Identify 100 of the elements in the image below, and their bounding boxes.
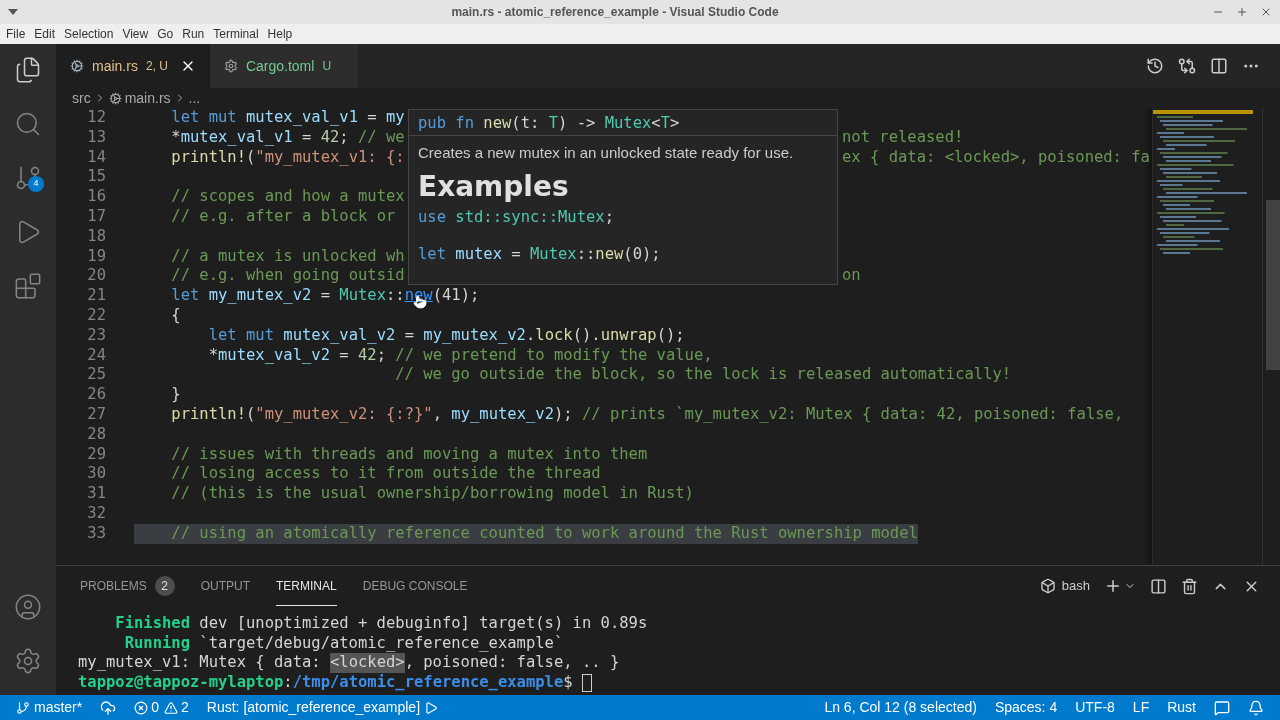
tab-label: PROBLEMS [80, 577, 147, 595]
account-icon[interactable] [14, 593, 42, 621]
line-number: 33 [86, 523, 107, 544]
line-number: 17 [86, 207, 107, 227]
status-item[interactable]: LF [1132, 697, 1150, 718]
menu-item[interactable]: Selection [64, 25, 114, 43]
editor-tab[interactable]: Cargo.toml U [209, 44, 358, 88]
breadcrumb-item[interactable]: src [72, 87, 91, 109]
menu-item[interactable]: Terminal [213, 25, 259, 43]
menu-item[interactable]: Run [182, 25, 205, 43]
code-token: // issues with threads and moving a mutex into them [170, 444, 648, 465]
terminal-text: Finished [114, 614, 190, 634]
menu-item[interactable]: Go [157, 25, 174, 43]
extensions-icon[interactable] [14, 272, 42, 300]
code-token: let mut [170, 108, 238, 128]
compare-changes-icon[interactable] [1178, 57, 1196, 75]
menu-item[interactable]: View [122, 25, 149, 43]
play-icon [424, 700, 439, 715]
code-token: // scopes and how a mutex [170, 187, 405, 207]
line-number: 14 [86, 147, 107, 168]
status-item[interactable]: Ln 6, Col 12 (8 selected) [824, 697, 977, 718]
code-token: ( [246, 147, 256, 166]
signature-token: pub fn [418, 114, 475, 132]
problems-status[interactable]: 0 2 [134, 697, 189, 718]
code-token: * [207, 345, 218, 366]
files-icon[interactable] [14, 56, 42, 84]
code-token: ; [604, 207, 614, 226]
code-token: println! [170, 147, 246, 166]
line-number: 13 [86, 127, 107, 148]
panel-tab[interactable]: OUTPUT [200, 566, 251, 606]
split-terminal-icon[interactable] [1150, 577, 1167, 595]
line-number: 28 [86, 424, 107, 445]
code-token: lock [535, 325, 573, 346]
split-editor-icon[interactable] [1210, 57, 1228, 75]
new-terminal-icon[interactable] [1104, 577, 1122, 595]
branch-status[interactable]: master* [16, 697, 83, 718]
signature-token: T [660, 114, 671, 132]
status-item[interactable]: UTF-8 [1075, 697, 1115, 718]
code-token: Mutex [530, 244, 577, 263]
window-menu-icon[interactable] [8, 9, 18, 15]
terminal-text: my_mutex_v1: Mutex { data: [78, 653, 322, 674]
status-item[interactable]: Spaces: 4 [994, 697, 1058, 718]
line-number: 24 [86, 345, 107, 366]
code-token: // using an atomically reference counted to work around the Rust ownership model [170, 523, 918, 544]
run-target-status[interactable]: Rust: [atomic_reference_example] [206, 697, 439, 718]
code-token: "my_mutex_v1: {: [255, 147, 405, 166]
panel-tab[interactable]: PROBLEMS 2 [80, 566, 175, 606]
sync-icon[interactable] [100, 699, 117, 716]
signature-token: (t: [511, 114, 541, 132]
line-number: 30 [86, 464, 107, 485]
code-token: (41); [432, 286, 480, 306]
code-token: on [842, 266, 861, 285]
menu-item[interactable]: Help [267, 25, 293, 43]
bell-icon[interactable] [1248, 699, 1264, 716]
code-token: let [418, 244, 447, 263]
code-token: :: [386, 286, 405, 306]
signature-token: new [483, 114, 512, 132]
code-token: "my_mutex_v2: {:?}" [255, 404, 433, 425]
history-icon[interactable] [1146, 57, 1164, 75]
code-token: unwrap [600, 325, 657, 346]
status-item[interactable]: Rust [1167, 697, 1196, 718]
terminal-text: <locked> [329, 653, 405, 674]
panel-tab[interactable]: TERMINAL [276, 566, 337, 606]
terminal-text: Running [123, 633, 190, 654]
code-token: // e.g. after a block or [170, 207, 396, 227]
trash-icon[interactable] [1181, 577, 1198, 595]
settings-icon[interactable] [14, 647, 42, 675]
code-token: // we go outside the block, so the lock is released automatically! [394, 365, 1012, 386]
menu-item[interactable]: Edit [34, 25, 56, 43]
scrollbar-thumb[interactable] [1266, 200, 1280, 370]
code-token: , [432, 404, 443, 425]
code-token: = [301, 127, 313, 146]
code-token: Mutex [339, 286, 386, 306]
line-number: 20 [86, 266, 107, 287]
code-token: use [418, 207, 447, 226]
code-token: ; [339, 127, 350, 146]
terminal-text: /tmp/atomic_reference_example [292, 673, 564, 693]
signature-token: < [651, 114, 661, 132]
code-token: = [403, 325, 415, 346]
breadcrumb-item[interactable]: ... [188, 87, 201, 109]
line-number: 27 [86, 404, 107, 425]
panel-tab[interactable]: DEBUG CONSOLE [362, 566, 468, 606]
shell-name[interactable]: bash [1061, 576, 1090, 596]
code-token: :: [576, 244, 596, 263]
breadcrumb-item[interactable]: main.rs [124, 87, 171, 109]
maximize-icon[interactable] [1236, 6, 1248, 18]
feedback-icon[interactable] [1214, 699, 1230, 716]
source-control-icon[interactable] [14, 164, 42, 192]
terminal-cursor [581, 673, 592, 692]
tab-status: 2, U [145, 58, 168, 75]
window-title: main.rs - atomic_reference_example - Visual Studio Code [451, 4, 779, 21]
code-token: ); [553, 404, 574, 425]
code-token: my [385, 108, 405, 128]
editor-tab[interactable]: main.rs 2, U [56, 44, 210, 88]
code-token: ( [246, 404, 256, 425]
menu-item[interactable]: File [6, 25, 26, 43]
search-icon[interactable] [14, 110, 42, 138]
error-icon [134, 700, 149, 715]
terminal-icon [1039, 578, 1056, 594]
code-token: 42 [358, 345, 377, 366]
